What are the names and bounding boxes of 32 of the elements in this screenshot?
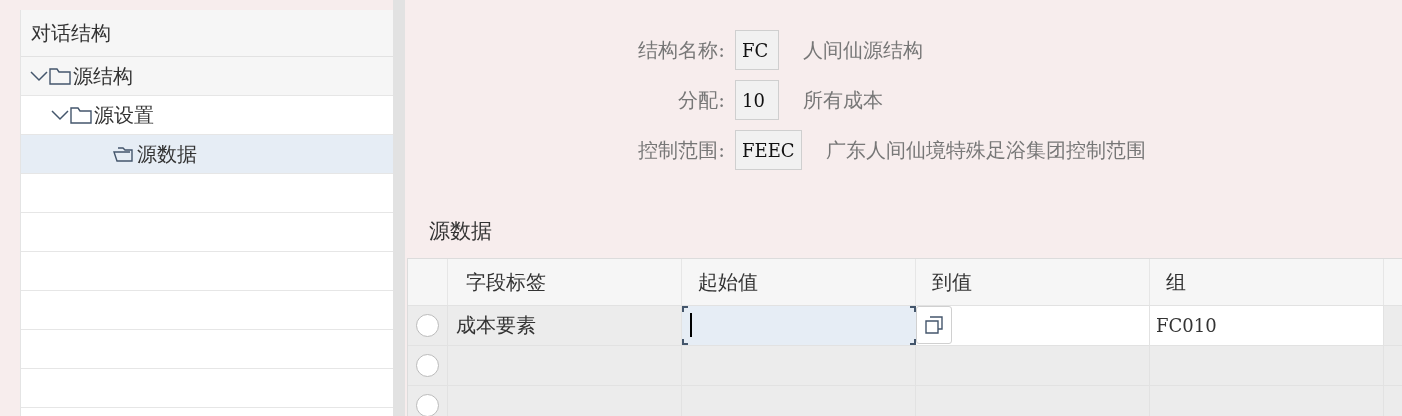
input-field[interactable] <box>682 305 916 345</box>
tree-item[interactable]: 源结构 <box>21 57 393 96</box>
column-header[interactable]: 到值 <box>916 258 1150 305</box>
input-field[interactable]: 10 <box>735 80 779 120</box>
copy-icon <box>925 316 943 334</box>
column-header[interactable]: 字段标签 <box>448 258 682 305</box>
splitter-bar[interactable] <box>393 0 405 416</box>
chevron-down-icon[interactable] <box>29 70 49 82</box>
open-folder-icon <box>113 145 135 163</box>
field-description: 广东人间仙境特殊足浴集团控制范围 <box>825 137 1146 164</box>
chevron-down-icon[interactable] <box>50 109 70 121</box>
folder-icon <box>49 67 71 85</box>
field-label: 控制范围: <box>637 137 726 164</box>
field-label: 分配: <box>677 87 726 114</box>
field-description: 所有成本 <box>803 87 883 114</box>
row-select-radio[interactable] <box>416 313 439 337</box>
field-description: 人间仙源结构 <box>803 37 923 64</box>
table-row[interactable] <box>408 385 1402 416</box>
row-select-radio[interactable] <box>416 393 439 416</box>
input-field[interactable]: FC <box>735 30 779 70</box>
table-cell: 成本要素 <box>448 305 682 345</box>
folder-icon <box>70 106 92 124</box>
tree-item[interactable]: 源数据 <box>21 135 393 174</box>
row-select-radio[interactable] <box>416 353 439 377</box>
column-header[interactable]: 起始值 <box>682 258 916 305</box>
field-label: 结构名称: <box>637 37 726 64</box>
input-field[interactable]: FEEC <box>735 130 802 170</box>
value-help-button[interactable] <box>916 306 952 344</box>
column-header[interactable]: 组 <box>1150 258 1384 305</box>
table-row[interactable]: 成本要素 FC010 <box>408 305 1402 346</box>
panel-header: 对话结构 <box>21 10 393 57</box>
section-title: 源数据 <box>429 218 493 245</box>
